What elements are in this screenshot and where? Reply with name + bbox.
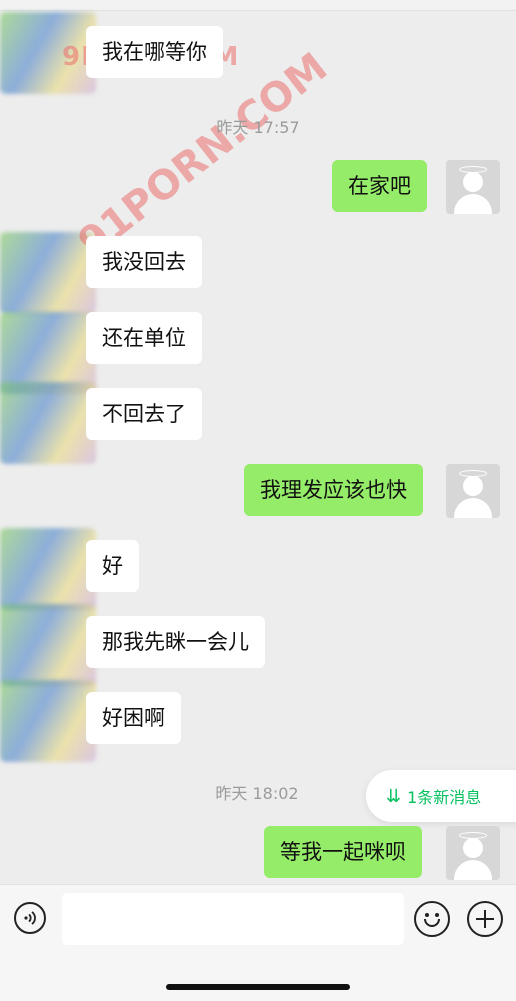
double-chevron-down-icon: ⇊ — [386, 785, 402, 807]
my-avatar[interactable] — [446, 160, 500, 214]
message-bubble-incoming[interactable]: 好 — [86, 540, 139, 592]
avatar-body-icon — [454, 194, 492, 214]
emoji-button[interactable] — [414, 901, 450, 937]
my-avatar[interactable] — [446, 464, 500, 518]
contact-avatar[interactable] — [0, 528, 96, 610]
new-messages-label: 1条新消息 — [407, 788, 482, 807]
contact-avatar[interactable] — [0, 680, 96, 762]
avatar-body-icon — [454, 860, 492, 880]
contact-avatar[interactable] — [0, 12, 96, 94]
more-actions-button[interactable] — [467, 901, 503, 937]
emoji-eye-icon — [425, 913, 429, 917]
message-bubble-incoming[interactable]: 好困啊 — [86, 692, 181, 744]
message-bubble-incoming[interactable]: 那我先眯一会儿 — [86, 616, 265, 668]
avatar-body-icon — [454, 498, 492, 518]
message-bubble-incoming[interactable]: 不回去了 — [86, 388, 202, 440]
top-divider — [0, 0, 516, 11]
message-bubble-incoming[interactable]: 还在单位 — [86, 312, 202, 364]
my-avatar[interactable] — [446, 826, 500, 880]
contact-avatar[interactable] — [0, 232, 96, 314]
message-bubble-outgoing[interactable]: 等我一起咪呗 — [264, 826, 422, 878]
avatar-head-icon — [463, 172, 483, 192]
message-timestamp: 昨天 17:57 — [216, 118, 300, 137]
message-bubble-outgoing[interactable]: 在家吧 — [332, 160, 427, 212]
emoji-eye-icon — [435, 913, 439, 917]
emoji-mouth-icon — [424, 919, 440, 927]
voice-input-button[interactable] — [14, 902, 46, 934]
home-indicator — [166, 984, 350, 990]
avatar-head-icon — [463, 838, 483, 858]
avatar-head-icon — [463, 476, 483, 496]
message-bubble-outgoing[interactable]: 我理发应该也快 — [244, 464, 423, 516]
contact-avatar[interactable] — [0, 382, 96, 464]
message-bubble-incoming[interactable]: 我在哪等你 — [86, 26, 223, 78]
new-messages-button[interactable]: ⇊ 1条新消息 — [366, 770, 516, 822]
message-bubble-incoming[interactable]: 我没回去 — [86, 236, 202, 288]
message-input[interactable] — [62, 893, 404, 945]
voice-icon — [24, 911, 36, 925]
contact-avatar[interactable] — [0, 604, 96, 686]
